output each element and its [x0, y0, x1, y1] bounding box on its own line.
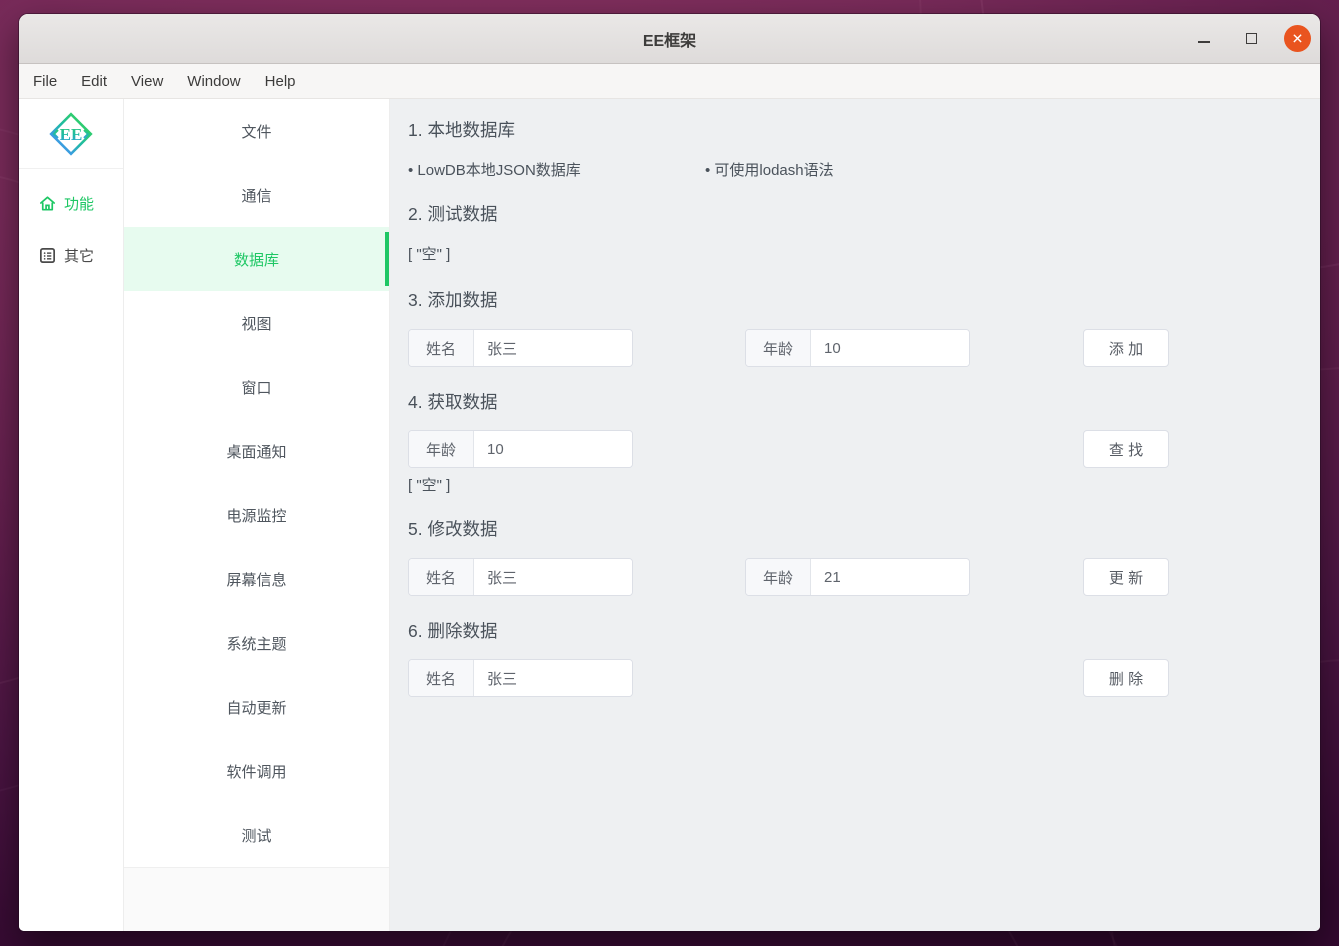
submenu-footer: [124, 867, 389, 931]
add-data-row: 姓名 年龄 添 加: [408, 329, 1288, 367]
window-controls: ✕: [1190, 14, 1311, 63]
primary-nav: 功能 其它: [19, 169, 123, 279]
sidebar-item-features[interactable]: 功能: [19, 179, 123, 227]
update-name-group: 姓名: [408, 558, 633, 596]
sidebar-item-label: 其它: [64, 245, 94, 266]
get-data-output: [ "空" ]: [408, 477, 1302, 495]
add-name-input[interactable]: [474, 330, 633, 366]
update-data-row: 姓名 年龄 更 新: [408, 558, 1288, 596]
delete-button[interactable]: 删 除: [1083, 659, 1169, 697]
get-age-label: 年龄: [409, 431, 474, 467]
update-name-label: 姓名: [409, 559, 474, 595]
delete-name-group: 姓名: [408, 659, 633, 697]
submenu-item-power-monitor[interactable]: 电源监控: [124, 483, 389, 547]
delete-data-row: 姓名 删 除: [408, 659, 1288, 697]
maximize-icon: [1246, 33, 1257, 44]
menu-edit[interactable]: Edit: [69, 68, 119, 95]
main-pane: 1. 本地数据库 • LowDB本地JSON数据库 • 可使用lodash语法 …: [390, 99, 1320, 931]
submenu-item-notification[interactable]: 桌面通知: [124, 419, 389, 483]
get-age-input[interactable]: [474, 431, 633, 467]
add-age-group: 年龄: [745, 329, 970, 367]
test-data-output: [ "空" ]: [408, 246, 1302, 264]
submenu-item-database[interactable]: 数据库: [124, 227, 389, 291]
add-age-label: 年龄: [746, 330, 811, 366]
submenu-item-screen-info[interactable]: 屏幕信息: [124, 547, 389, 611]
menu-bar: File Edit View Window Help: [19, 64, 1320, 99]
window-title: EE框架: [643, 27, 696, 51]
get-age-group: 年龄: [408, 430, 633, 468]
menu-help[interactable]: Help: [253, 68, 308, 95]
maximize-button[interactable]: [1237, 25, 1265, 53]
submenu-item-auto-update[interactable]: 自动更新: [124, 675, 389, 739]
primary-sidebar: EE 功能: [19, 99, 124, 931]
add-button[interactable]: 添 加: [1083, 329, 1169, 367]
section-heading-test-data: 2. 测试数据: [408, 202, 1302, 226]
update-name-input[interactable]: [474, 559, 633, 595]
delete-name-input[interactable]: [474, 660, 633, 696]
sidebar-item-other[interactable]: 其它: [19, 231, 123, 279]
content-area: EE 功能: [19, 99, 1320, 931]
list-icon: [38, 246, 57, 265]
add-age-input[interactable]: [811, 330, 970, 366]
update-age-group: 年龄: [745, 558, 970, 596]
submenu-item-system-theme[interactable]: 系统主题: [124, 611, 389, 675]
menu-view[interactable]: View: [119, 68, 175, 95]
add-name-label: 姓名: [409, 330, 474, 366]
app-window: EE框架 ✕ File Edit View Window Help: [19, 14, 1320, 931]
add-name-group: 姓名: [408, 329, 633, 367]
submenu-item-software-call[interactable]: 软件调用: [124, 739, 389, 803]
bullet-lowdb: • LowDB本地JSON数据库: [408, 162, 705, 180]
local-db-bullets: • LowDB本地JSON数据库 • 可使用lodash语法: [408, 162, 1302, 180]
delete-name-label: 姓名: [409, 660, 474, 696]
update-button[interactable]: 更 新: [1083, 558, 1169, 596]
menu-file[interactable]: File: [21, 68, 69, 95]
submenu-item-window[interactable]: 窗口: [124, 355, 389, 419]
app-logo: EE: [19, 99, 123, 169]
get-data-row: 年龄 查 找: [408, 430, 1288, 468]
section-heading-delete-data: 6. 删除数据: [408, 619, 1302, 643]
section-heading-local-db: 1. 本地数据库: [408, 118, 1302, 142]
close-icon: ✕: [1292, 31, 1304, 45]
submenu-item-communication[interactable]: 通信: [124, 163, 389, 227]
section-heading-add-data: 3. 添加数据: [408, 288, 1302, 312]
home-icon: [38, 194, 57, 213]
minimize-icon: [1198, 41, 1210, 43]
titlebar: EE框架 ✕: [19, 14, 1320, 64]
section-heading-get-data: 4. 获取数据: [408, 390, 1302, 414]
update-age-input[interactable]: [811, 559, 970, 595]
section-heading-update-data: 5. 修改数据: [408, 517, 1302, 541]
ee-logo-icon: EE: [48, 111, 94, 157]
bullet-lodash: • 可使用lodash语法: [705, 162, 834, 180]
submenu-item-view[interactable]: 视图: [124, 291, 389, 355]
sidebar-item-label: 功能: [64, 193, 94, 214]
close-button[interactable]: ✕: [1284, 25, 1311, 52]
search-button[interactable]: 查 找: [1083, 430, 1169, 468]
svg-text:EE: EE: [60, 125, 83, 144]
menu-window[interactable]: Window: [175, 68, 252, 95]
submenu-item-file[interactable]: 文件: [124, 99, 389, 163]
update-age-label: 年龄: [746, 559, 811, 595]
minimize-button[interactable]: [1190, 25, 1218, 53]
secondary-sidebar: 文件 通信 数据库 视图 窗口 桌面通知 电源监控 屏幕信息 系统主题 自动更新…: [124, 99, 390, 931]
submenu-item-test[interactable]: 测试: [124, 803, 389, 867]
